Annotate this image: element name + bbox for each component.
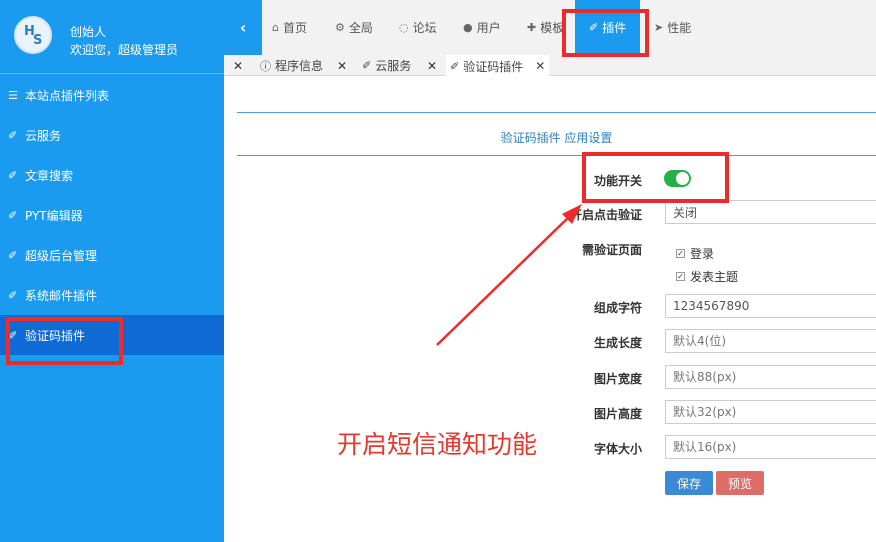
nav-label: 全局 <box>348 21 373 35</box>
sidebar-item-pyt-editor[interactable]: ✐ PYT编辑器 <box>0 195 224 235</box>
post-thread-checkbox[interactable]: ✓ 发表主题 <box>676 268 738 285</box>
width-label: 图片宽度 <box>593 372 642 386</box>
checkbox-label: 登录 <box>690 247 715 261</box>
sidebar-item-super-admin[interactable]: ✐ 超级后台管理 <box>0 235 224 275</box>
click-verify-select[interactable] <box>665 200 876 224</box>
checkbox-label: 发表主题 <box>690 270 739 284</box>
nav-templates[interactable]: ✚ 模板 <box>527 0 564 55</box>
tab-label: 程序信息 <box>275 59 324 73</box>
send-icon: ➤ <box>654 21 664 34</box>
plug-icon: ✐ <box>450 59 460 73</box>
charset-label: 组成字符 <box>593 301 642 315</box>
plug-icon: ✐ <box>362 59 372 72</box>
sidebar-item-label: PYT编辑器 <box>25 208 83 223</box>
tab-label: 验证码插件 <box>463 59 524 74</box>
plug-icon: ✐ <box>8 128 18 142</box>
users-icon: ● <box>463 21 473 34</box>
checkbox-box[interactable]: ✓ <box>676 249 685 258</box>
puzzle-icon: ✚ <box>527 21 537 34</box>
avatar-letter: S <box>33 33 43 48</box>
comments-icon: ◌ <box>399 21 409 34</box>
length-label: 生成长度 <box>593 336 642 350</box>
page-title: 验证码插件 应用设置 <box>500 131 613 145</box>
fontsize-label: 字体大小 <box>593 442 642 456</box>
sidebar-item-label: 文章搜索 <box>25 168 74 183</box>
sidebar-item-label: 系统邮件插件 <box>25 288 98 303</box>
sidebar-item-article-search[interactable]: ✐ 文章搜索 <box>0 155 224 195</box>
sidebar-item-label: 云服务 <box>25 128 62 143</box>
list-icon: ☰ <box>8 88 18 102</box>
tab-program-info[interactable]: ⓘ 程序信息 <box>260 55 323 76</box>
divider <box>237 112 876 113</box>
close-icon[interactable]: ✕ <box>337 55 347 76</box>
nav-label: 性能 <box>667 21 692 35</box>
close-icon[interactable]: ✕ <box>535 59 545 73</box>
width-input[interactable] <box>665 365 876 389</box>
user-name: 创始人 <box>70 25 107 39</box>
tab-label: 云服务 <box>375 59 412 73</box>
tab-cloud-service[interactable]: ✐ 云服务 <box>362 55 411 76</box>
plug-icon: ✐ <box>8 168 18 182</box>
home-icon: ⌂ <box>272 21 279 34</box>
user-profile: H S 创始人 欢迎您，超级管理员 <box>0 0 224 74</box>
tab-captcha[interactable]: ✐ 验证码插件 ✕ <box>446 55 550 77</box>
fontsize-input[interactable] <box>665 435 876 459</box>
login-checkbox[interactable]: ✓ 登录 <box>676 245 714 262</box>
sidebar-item-cloud-service[interactable]: ✐ 云服务 <box>0 115 224 155</box>
nav-performance[interactable]: ➤ 性能 <box>654 0 691 55</box>
charset-input[interactable] <box>665 294 876 318</box>
nav-forum[interactable]: ◌ 论坛 <box>399 0 437 55</box>
sidebar: H S 创始人 欢迎您，超级管理员 ☰ 本站点插件列表 ✐ 云服务 ✐ 文章搜索… <box>0 0 224 542</box>
avatar[interactable]: H S <box>14 16 52 54</box>
close-icon[interactable]: ✕ <box>427 55 437 76</box>
close-all-icon[interactable]: ✕ <box>233 55 243 76</box>
nav-label: 首页 <box>282 21 307 35</box>
divider <box>237 155 876 156</box>
length-input[interactable] <box>665 329 876 353</box>
tab-bar: ✕ ⓘ 程序信息 ✕ ✐ 云服务 ✕ ✐ 验证码插件 ✕ <box>224 55 876 77</box>
highlight-box-plugins <box>562 9 649 57</box>
annotation-text: 开启短信通知功能 <box>337 430 538 459</box>
sidebar-item-label: 超级后台管理 <box>25 248 98 263</box>
welcome-text: 欢迎您，超级管理员 <box>70 43 179 57</box>
nav-label: 论坛 <box>412 21 437 35</box>
top-navbar: ‹ ⌂ 首页 ⚙ 全局 ◌ 论坛 ● 用户 ✚ 模板 ✐ 插件 ➤ 性能 <box>224 0 876 55</box>
chevron-left-icon[interactable]: ‹ <box>224 0 262 55</box>
nav-global[interactable]: ⚙ 全局 <box>335 0 373 55</box>
info-icon: ⓘ <box>260 59 271 73</box>
checkbox-box[interactable]: ✓ <box>676 272 685 281</box>
plug-icon: ✐ <box>8 208 18 222</box>
plug-icon: ✐ <box>8 248 18 262</box>
nav-home[interactable]: ⌂ 首页 <box>272 0 307 55</box>
sidebar-item-system-mail[interactable]: ✐ 系统邮件插件 <box>0 275 224 315</box>
preview-button[interactable]: 预览 <box>716 471 764 495</box>
height-input[interactable] <box>665 400 876 424</box>
sidebar-item-label: 本站点插件列表 <box>25 88 110 103</box>
height-label: 图片高度 <box>593 407 642 421</box>
highlight-box-switch <box>582 152 729 203</box>
sidebar-item-plugin-list[interactable]: ☰ 本站点插件列表 <box>0 75 224 115</box>
save-button[interactable]: 保存 <box>665 471 713 495</box>
pages-label: 需验证页面 <box>581 243 642 257</box>
cogs-icon: ⚙ <box>335 21 345 34</box>
plug-icon: ✐ <box>8 288 18 302</box>
click-verify-label: 开启点击验证 <box>569 208 642 222</box>
nav-users[interactable]: ● 用户 <box>463 0 501 55</box>
nav-label: 用户 <box>476 21 501 35</box>
nav-label: 模板 <box>540 21 565 35</box>
highlight-box-captcha <box>6 317 123 365</box>
